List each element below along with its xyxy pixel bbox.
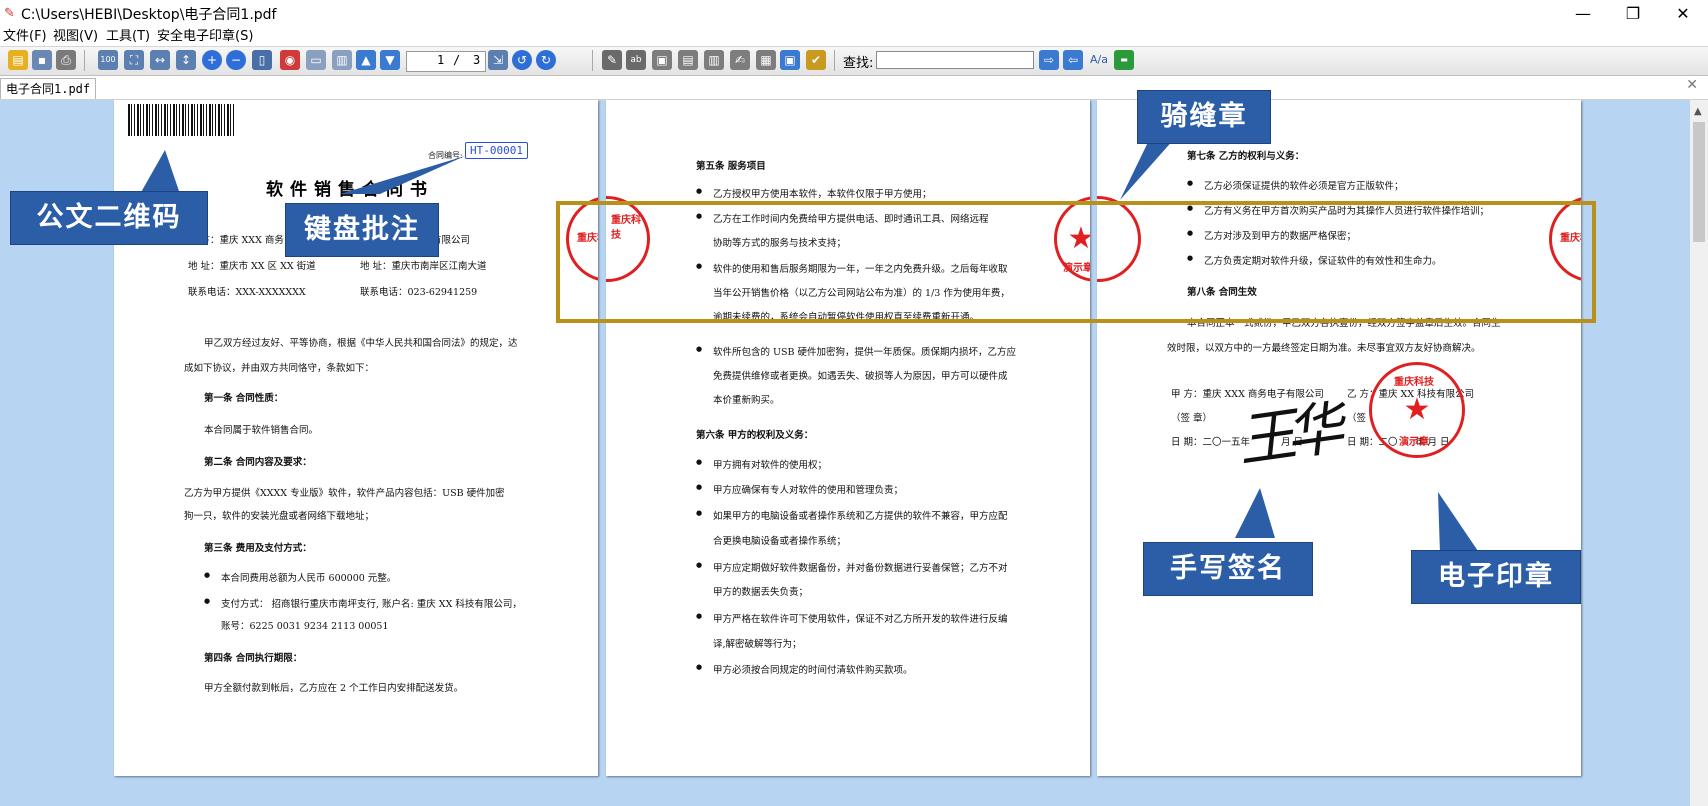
callout-riding-seal: 骑缝章 (1137, 90, 1271, 144)
callout-electronic-seal: 电子印章 (1411, 550, 1581, 604)
callout-qr-code: 公文二维码 (10, 191, 208, 245)
callout-keyboard-annotation: 键盘批注 (285, 203, 439, 257)
callout-pointers (140, 138, 1480, 554)
callout-handwritten-signature: 手写签名 (1143, 542, 1313, 596)
